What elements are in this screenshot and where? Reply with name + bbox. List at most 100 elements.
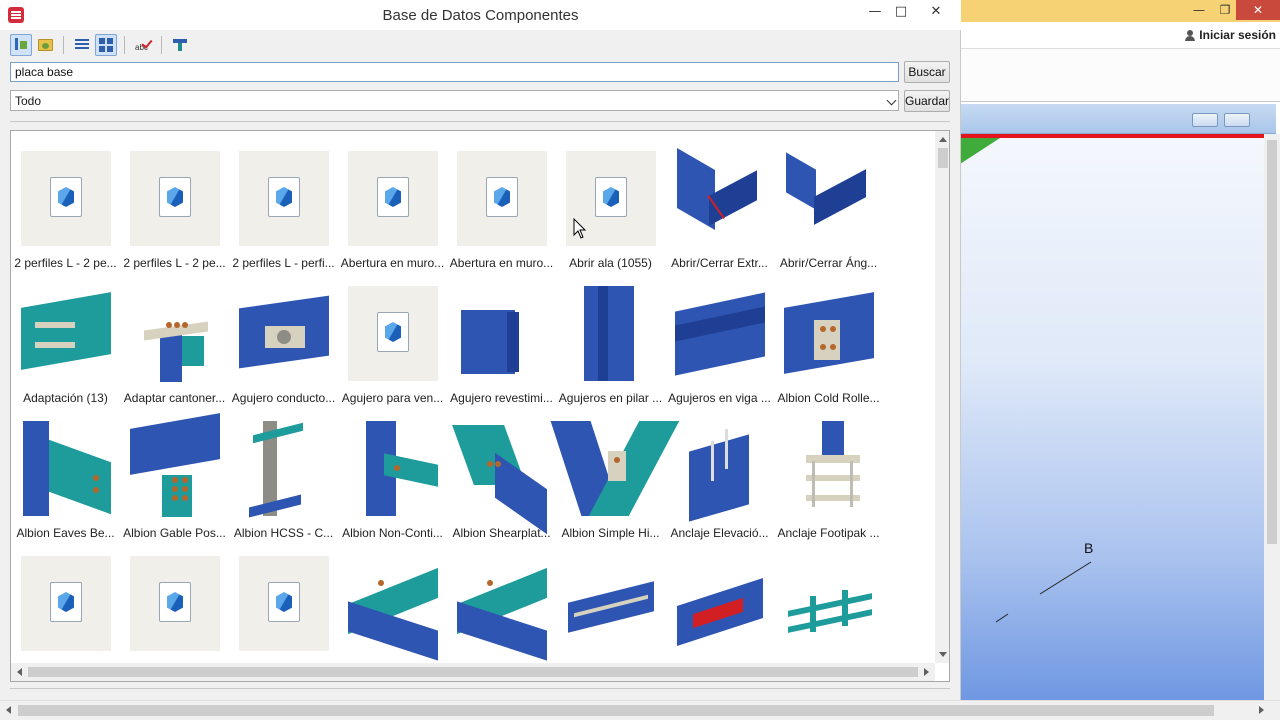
scroll-right-icon[interactable] [924,668,929,676]
component-tile[interactable]: Agujero conducto... [229,266,338,405]
close-button[interactable]: ✕ [914,2,958,24]
scroll-thumb[interactable] [18,705,1214,716]
component-tile[interactable]: Albion Eaves Be... [11,401,120,540]
component-tile[interactable]: Agujero para ven... [338,266,447,405]
component-tile[interactable]: Abrir ala (1055) [556,131,665,270]
component-tile[interactable] [120,536,229,663]
3d-viewport[interactable]: B [960,134,1264,700]
spellcheck-button[interactable]: abc [132,34,154,56]
component-thumbnail[interactable] [675,556,765,651]
thumbnail-view-button[interactable] [95,34,117,56]
list-view-button[interactable] [71,34,93,56]
steel-block [689,434,749,522]
component-thumbnail[interactable] [566,286,656,381]
component-thumbnail[interactable] [21,556,111,651]
component-thumbnail[interactable] [21,421,111,516]
component-tile[interactable]: Abertura en muro... [338,131,447,270]
component-thumbnail[interactable] [130,556,220,651]
grid-vertical-scrollbar[interactable] [935,131,949,663]
search-button[interactable]: Buscar [904,61,950,83]
component-thumbnail[interactable] [130,413,220,517]
filter-button[interactable] [169,34,191,56]
component-tile[interactable]: 2 perfiles L - perfi... [229,131,338,270]
minimize-button[interactable]: — [862,2,888,24]
component-thumbnail[interactable] [348,556,438,661]
component-thumbnail[interactable] [457,556,547,661]
component-tile[interactable] [447,536,556,663]
component-tile[interactable]: Abrir/Cerrar Extr... [665,131,774,270]
component-tile[interactable]: Abertura en muro... [447,131,556,270]
component-thumbnail[interactable] [348,421,438,516]
component-tile[interactable]: Albion Cold Rolle... [774,266,883,405]
bolt [93,475,99,481]
login-link[interactable]: Iniciar sesión [1185,28,1276,42]
background-close-button[interactable]: ✕ [1236,0,1280,20]
component-tile[interactable]: Agujero revestimi... [447,266,556,405]
component-thumbnail[interactable] [21,286,111,381]
component-thumbnail[interactable] [457,286,547,381]
component-tile[interactable]: Agujeros en pilar ... [556,266,665,405]
background-minimize-button[interactable]: — [1186,0,1212,20]
component-thumbnail[interactable] [784,286,874,381]
component-tile[interactable] [774,536,883,663]
maximize-button[interactable]: □ [888,2,914,24]
sort-button[interactable] [10,34,32,56]
component-thumbnail[interactable] [675,421,765,522]
search-input[interactable] [10,62,899,82]
component-thumbnail[interactable] [239,421,329,518]
component-tile[interactable]: Albion Simple Hi... [550,401,680,540]
viewport-minimize-button[interactable] [1192,113,1218,127]
window-horizontal-scrollbar[interactable] [0,700,1280,720]
component-thumbnail[interactable] [550,421,680,516]
scroll-right-icon[interactable] [1259,706,1264,714]
component-thumbnail[interactable] [239,556,329,651]
viewport-restore-button[interactable] [1224,113,1250,127]
component-thumbnail[interactable] [130,151,220,246]
background-vertical-scrollbar[interactable] [1264,134,1280,700]
component-tile[interactable] [556,536,665,663]
component-thumbnail[interactable] [239,151,329,246]
component-thumbnail[interactable] [784,151,874,246]
component-thumbnail[interactable] [566,556,656,651]
component-tile[interactable] [229,536,338,663]
component-tile[interactable]: Adaptar cantoner... [120,266,229,405]
component-tile[interactable]: Albion Shearplat... [447,401,556,540]
component-tile[interactable] [11,536,120,663]
grid-horizontal-scrollbar[interactable] [11,663,935,681]
component-tile[interactable]: Albion HCSS - C... [229,401,338,540]
component-thumbnail[interactable] [457,151,547,246]
scroll-thumb[interactable] [28,667,918,677]
component-tile[interactable]: Albion Gable Pos... [120,401,229,540]
component-tile[interactable]: Abrir/Cerrar Áng... [774,131,883,270]
component-thumbnail[interactable] [784,421,874,516]
scroll-thumb[interactable] [938,148,948,168]
component-tile[interactable] [665,536,774,663]
component-thumbnail[interactable] [675,286,765,381]
category-filter-select[interactable]: Todo [10,90,899,111]
bolt [378,580,384,586]
component-thumbnail[interactable] [130,286,220,382]
scroll-left-icon[interactable] [6,706,11,714]
steel-column [23,421,49,516]
background-restore-button[interactable]: ❐ [1212,0,1238,20]
component-thumbnail[interactable] [452,421,547,535]
scroll-down-icon[interactable] [939,652,947,657]
scroll-up-icon[interactable] [939,137,947,142]
component-tile[interactable]: Anclaje Elevació... [665,401,774,540]
component-tile[interactable]: Albion Non-Conti... [338,401,447,540]
component-tile[interactable] [338,536,447,663]
component-tile[interactable]: 2 perfiles L - 2 pe... [11,131,120,270]
component-tile[interactable]: Adaptación (13) [11,266,120,405]
component-thumbnail[interactable] [675,148,765,246]
component-thumbnail[interactable] [21,151,111,246]
scroll-left-icon[interactable] [17,668,22,676]
save-button[interactable]: Guardar [904,90,950,112]
component-thumbnail[interactable] [348,151,438,246]
open-folder-button[interactable] [34,34,56,56]
component-thumbnail[interactable] [348,286,438,381]
component-thumbnail[interactable] [239,286,329,381]
component-thumbnail[interactable] [784,556,874,651]
component-tile[interactable]: Anclaje Footipak ... [774,401,883,540]
component-tile[interactable]: 2 perfiles L - 2 pe... [120,131,229,270]
component-tile[interactable]: Agujeros en viga ... [665,266,774,405]
